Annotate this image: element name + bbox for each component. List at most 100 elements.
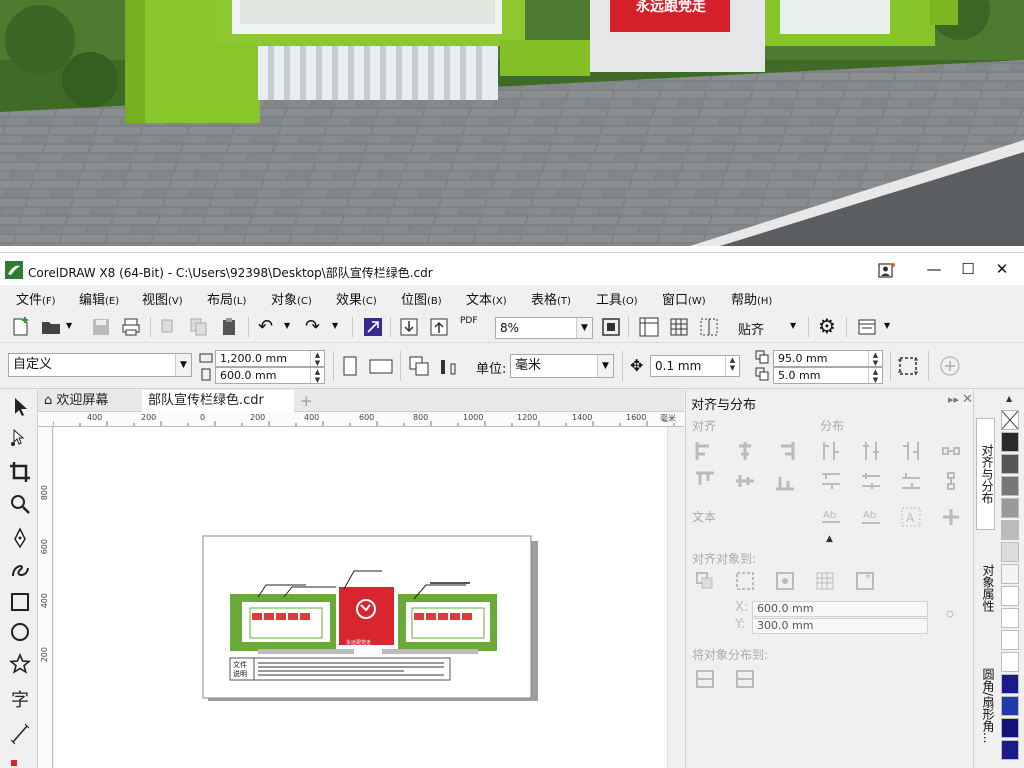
user-account-icon[interactable]	[878, 261, 896, 279]
color-swatch[interactable]	[1001, 432, 1019, 452]
duplicate-x-field[interactable]: 95.0 mm ▲ ▼	[773, 350, 883, 367]
ellipse-tool-icon[interactable]	[8, 620, 32, 644]
menu-file[interactable]: 文件(F)	[16, 289, 56, 308]
show-guidelines-icon[interactable]	[698, 316, 720, 338]
color-swatch[interactable]	[1001, 520, 1019, 540]
text-last-baseline-icon[interactable]: Ab	[860, 506, 882, 528]
distribute-middle-icon[interactable]	[860, 470, 882, 492]
nudge-spinner[interactable]: ▲ ▼	[725, 356, 739, 376]
align-center-vertical-icon[interactable]	[734, 470, 756, 492]
page-edge-icon[interactable]	[734, 570, 756, 592]
crop-tool-icon[interactable]	[8, 460, 32, 484]
page-size-preset-combo[interactable]: 自定义 ▼	[8, 353, 192, 377]
menu-help[interactable]: 帮助(H)	[731, 289, 772, 308]
color-swatch[interactable]	[1001, 498, 1019, 518]
color-swatch[interactable]	[1001, 696, 1019, 716]
dup-y-spinner[interactable]: ▲ ▼	[868, 368, 882, 383]
distribute-right-icon[interactable]	[900, 440, 922, 462]
tab-fillet-scallop[interactable]: 圆角/扇形角...	[976, 648, 995, 764]
maximize-button[interactable]: ☐	[958, 259, 978, 279]
show-rulers-icon[interactable]	[638, 316, 660, 338]
page-height-field[interactable]: 600.0 mm ▲ ▼	[215, 367, 325, 384]
color-swatch[interactable]	[1001, 586, 1019, 606]
add-tab-icon[interactable]: +	[300, 390, 313, 412]
tab-object-properties[interactable]: 对象属性	[976, 538, 995, 638]
connector-tool-icon[interactable]	[8, 750, 32, 768]
application-launcher-icon[interactable]	[856, 316, 878, 338]
copy-icon[interactable]	[188, 316, 210, 338]
point-picker-icon[interactable]	[944, 608, 956, 620]
color-swatch[interactable]	[1001, 608, 1019, 628]
close-button[interactable]: ✕	[992, 259, 1012, 279]
color-swatch[interactable]	[1001, 740, 1019, 760]
units-combo[interactable]: 毫米 ▼	[510, 354, 614, 378]
new-document-icon[interactable]	[10, 316, 32, 338]
page-width-field[interactable]: 1,200.0 mm ▲ ▼	[215, 350, 325, 367]
vertical-scrollbar[interactable]	[667, 427, 684, 768]
align-y-field[interactable]: 300.0 mm	[752, 618, 928, 634]
page-size-dropdown-icon[interactable]: ▼	[175, 354, 191, 376]
menu-window[interactable]: 窗口(W)	[662, 289, 706, 308]
minimize-button[interactable]: —	[924, 259, 944, 279]
distribute-top-icon[interactable]	[820, 470, 842, 492]
distribute-selection-icon[interactable]	[694, 668, 716, 690]
align-bottom-icon[interactable]	[774, 470, 796, 492]
polygon-tool-icon[interactable]	[8, 652, 32, 676]
text-first-baseline-icon[interactable]: Ab	[820, 506, 842, 528]
color-swatch[interactable]	[1001, 674, 1019, 694]
page-center-icon[interactable]	[774, 570, 796, 592]
all-pages-icon[interactable]	[408, 355, 430, 377]
nudge-distance-field[interactable]: 0.1 mm ▲ ▼	[650, 355, 740, 377]
full-screen-icon[interactable]	[600, 316, 622, 338]
align-top-icon[interactable]	[694, 470, 716, 492]
outline-icon[interactable]	[940, 506, 962, 528]
print-icon[interactable]	[120, 316, 142, 338]
align-x-field[interactable]: 600.0 mm	[752, 601, 928, 617]
docker-close-icon[interactable]: ✕	[962, 392, 973, 407]
menu-text[interactable]: 文本(X)	[466, 289, 507, 308]
docker-expand-icon[interactable]: ▸▸	[948, 393, 959, 406]
show-grid-icon[interactable]	[668, 316, 690, 338]
portrait-icon[interactable]	[341, 355, 359, 377]
collapse-arrow-icon[interactable]: ▲	[826, 534, 833, 544]
cut-icon[interactable]	[158, 316, 180, 338]
shape-tool-icon[interactable]	[8, 426, 32, 450]
pen-tool-icon[interactable]	[8, 527, 32, 551]
paste-icon[interactable]	[218, 316, 240, 338]
artistic-media-tool-icon[interactable]	[8, 558, 32, 582]
menu-tools[interactable]: 工具(O)	[596, 289, 638, 308]
color-swatch[interactable]	[1001, 454, 1019, 474]
units-dropdown-icon[interactable]: ▼	[597, 355, 613, 377]
options-gear-icon[interactable]: ⚙	[818, 314, 836, 338]
color-swatch[interactable]	[1001, 564, 1019, 584]
grid-icon[interactable]	[814, 570, 836, 592]
menu-view[interactable]: 视图(V)	[142, 289, 183, 308]
distribute-spacing-v-icon[interactable]	[940, 470, 962, 492]
zoom-tool-icon[interactable]	[8, 492, 32, 516]
color-swatch[interactable]	[1001, 630, 1019, 650]
open-folder-icon[interactable]	[40, 316, 62, 338]
distribute-bottom-icon[interactable]	[900, 470, 922, 492]
height-spinner[interactable]: ▲ ▼	[310, 368, 324, 383]
menu-edit[interactable]: 编辑(E)	[79, 289, 119, 308]
color-swatch[interactable]	[1001, 542, 1019, 562]
search-content-icon[interactable]	[362, 316, 384, 338]
menu-effects[interactable]: 效果(C)	[336, 289, 377, 308]
tab-welcome-screen[interactable]: ⌂ 欢迎屏幕	[44, 390, 144, 412]
parallel-dimension-tool-icon[interactable]	[8, 722, 32, 746]
publish-pdf-icon[interactable]: PDF	[460, 317, 478, 326]
color-swatch[interactable]	[1001, 718, 1019, 738]
duplicate-y-field[interactable]: 5.0 mm ▲ ▼	[773, 367, 883, 384]
palette-scroll-up-icon[interactable]: ▲	[1006, 394, 1012, 403]
dup-x-spinner[interactable]: ▲ ▼	[868, 351, 882, 366]
color-swatch[interactable]	[1001, 476, 1019, 496]
distribute-left-icon[interactable]	[820, 440, 842, 462]
menu-layout[interactable]: 布局(L)	[207, 289, 246, 308]
undo-dropdown-icon[interactable]: ▼	[284, 321, 290, 330]
note-box[interactable]	[229, 657, 451, 681]
pick-tool-icon[interactable]	[8, 395, 32, 419]
width-spinner[interactable]: ▲ ▼	[310, 351, 324, 366]
landscape-icon[interactable]	[368, 357, 394, 375]
open-dropdown-icon[interactable]: ▼	[66, 321, 72, 330]
no-color-swatch[interactable]	[1001, 410, 1019, 430]
